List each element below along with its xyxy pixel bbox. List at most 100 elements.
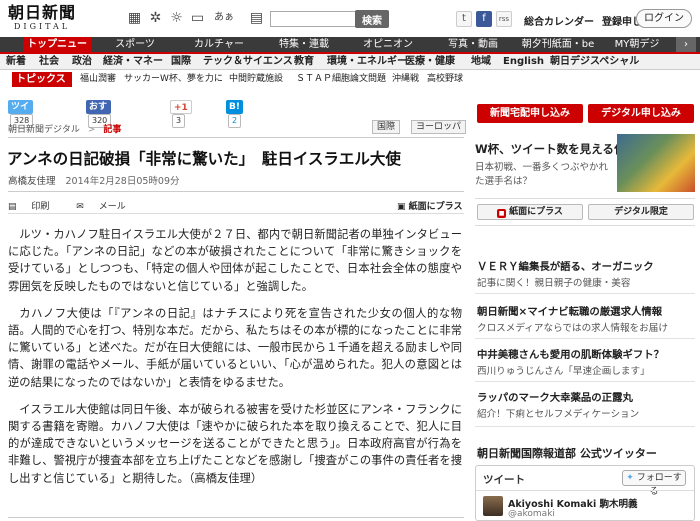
topic-item[interactable]: 沖縄戦 bbox=[392, 72, 419, 87]
article-title: アンネの日記破損「非常に驚いた」 駐日イスラエル大使 bbox=[7, 150, 401, 168]
nav-economy[interactable]: 経済・マネー bbox=[103, 54, 163, 69]
twitter-icon[interactable]: t bbox=[456, 11, 472, 27]
tweet-share[interactable]: ツイート328 bbox=[8, 100, 34, 128]
gplus-share[interactable]: +13 bbox=[170, 100, 192, 128]
promo-item[interactable]: ラッパのマーク大幸薬品の正露丸 紹介！下痢とセルフメディケーション bbox=[477, 389, 695, 420]
facebook-recommend-button[interactable]: おすすめ bbox=[86, 100, 112, 126]
promo-subtitle[interactable]: 紹介！下痢とセルフメディケーション bbox=[477, 406, 695, 420]
tag-international[interactable]: 国際 bbox=[372, 120, 401, 134]
promo-subtitle[interactable]: 西川りゅうじんさん「早速企画します」 bbox=[477, 363, 695, 377]
printer-icon: ▤ bbox=[8, 202, 17, 212]
text-size-icon[interactable]: あぁ bbox=[212, 10, 236, 26]
publish-date: 2014年2月28日05時09分 bbox=[65, 176, 180, 187]
login-button[interactable]: ログイン bbox=[636, 9, 692, 28]
apply-delivery-button[interactable]: 新聞宅配申し込み bbox=[477, 104, 583, 123]
nav-tech-science[interactable]: テック＆サイエンス bbox=[203, 54, 293, 69]
feature-title[interactable]: W杯、ツイート数を見える化 bbox=[475, 141, 625, 157]
paper-plus-label: 紙面にプラス bbox=[408, 202, 463, 212]
mail-label: メール bbox=[98, 202, 126, 212]
avatar[interactable] bbox=[483, 496, 503, 516]
nav-special[interactable]: 朝日デジスペシャル bbox=[550, 54, 639, 69]
divider bbox=[475, 426, 695, 427]
twitter-section-heading: 朝日新聞国際報道部 公式ツイッター bbox=[477, 447, 657, 460]
divider bbox=[8, 191, 464, 192]
breadcrumb-separator: > bbox=[87, 125, 96, 135]
topic-item[interactable]: 中間貯蔵施設 bbox=[229, 72, 283, 87]
nav-international[interactable]: 国際 bbox=[171, 54, 191, 69]
hatena-button[interactable]: B! bbox=[226, 100, 243, 114]
gplus-button[interactable]: +1 bbox=[170, 100, 192, 114]
article-tools: ▤ 印刷 ✉ メール bbox=[8, 199, 150, 212]
nav-health[interactable]: 医療・健康 bbox=[405, 54, 455, 69]
topic-item[interactable]: 高校野球 bbox=[427, 72, 463, 87]
nav-features[interactable]: 特集・連載 bbox=[271, 37, 337, 52]
breadcrumb-home[interactable]: 朝日新聞デジタル bbox=[8, 125, 80, 135]
newspaper-icon[interactable]: ▦ bbox=[126, 10, 143, 26]
tweet-author-name[interactable]: Akiyoshi Komaki 駒木明義 bbox=[508, 496, 638, 510]
nav-sports[interactable]: スポーツ bbox=[105, 37, 165, 52]
nav-photo-video[interactable]: 写真・動画 bbox=[440, 37, 506, 52]
nav-politics[interactable]: 政治 bbox=[72, 54, 92, 69]
topics-bar: トピックス 福山潤審 サッカーW杯、夢を力に 中間貯蔵施設 ＳＴＡＰ細胞論文問題… bbox=[0, 72, 700, 88]
feature-image[interactable] bbox=[617, 134, 695, 192]
mail-icon: ✉ bbox=[76, 202, 84, 212]
divider bbox=[8, 517, 464, 518]
topic-item[interactable]: ＳＴＡＰ細胞論文問題 bbox=[296, 72, 386, 87]
hatena-share[interactable]: B!2 bbox=[226, 100, 243, 128]
tweet-author-handle[interactable]: @akomaki bbox=[508, 509, 555, 519]
divider bbox=[475, 381, 695, 382]
nav-region[interactable]: 地域 bbox=[471, 54, 491, 69]
nav-my-asahi[interactable]: MY朝デジ bbox=[606, 37, 668, 52]
rss-icon[interactable]: rss bbox=[496, 11, 512, 27]
promo-title[interactable]: 朝日新聞×マイナビ転職の厳選求人情報 bbox=[477, 303, 695, 318]
tv-icon[interactable]: ▭ bbox=[189, 10, 206, 26]
promo-item[interactable]: 朝日新聞×マイナビ転職の厳選求人情報 クロスメディアならではの求人情報をお届け bbox=[477, 303, 695, 334]
nav-english[interactable]: English bbox=[503, 54, 544, 69]
topic-item[interactable]: 福山潤審 bbox=[80, 72, 116, 87]
site-logo[interactable]: 朝日新聞 DIGITAL bbox=[8, 4, 92, 32]
logo-subtext: DIGITAL bbox=[14, 22, 71, 31]
weather-icon[interactable]: ☼ bbox=[168, 10, 185, 26]
promo-title[interactable]: 中井美穂さんも愛用の肌断体験ギフト？ bbox=[477, 346, 695, 361]
nav-top-news[interactable]: トップニュース bbox=[23, 37, 91, 65]
follow-button[interactable]: ✦ フォローする bbox=[622, 470, 686, 497]
nav-latest[interactable]: 新着 bbox=[6, 54, 26, 69]
search-button[interactable]: 検索 bbox=[355, 10, 389, 28]
divider bbox=[475, 225, 695, 226]
facebook-icon[interactable]: f bbox=[476, 11, 492, 27]
promo-item[interactable]: ＶＥＲＹ編集長が語る、オーガニック 記事に関く！親日親子の健康・美容 bbox=[477, 258, 695, 289]
tag-europe[interactable]: ヨーロッパ bbox=[411, 120, 467, 134]
chevron-right-icon[interactable]: › bbox=[676, 37, 696, 52]
feature-card[interactable]: W杯、ツイート数を見える化 日本初戦、一番多くつぶやかれた選手名は？ bbox=[475, 134, 695, 194]
paper-plus-button-label: 紙面にプラス bbox=[509, 207, 563, 217]
nav-culture[interactable]: カルチャー bbox=[185, 37, 253, 52]
topic-item[interactable]: サッカーW杯、夢を力に bbox=[124, 72, 223, 87]
apply-digital-button[interactable]: デジタル申し込み bbox=[588, 104, 694, 123]
site-header: 朝日新聞 DIGITAL ▦ ✲ ☼ ▭ あぁ ▤ 検索 t f rss 総合カ… bbox=[0, 0, 700, 37]
clip-icon: ■ bbox=[497, 209, 507, 218]
paper-plus-button[interactable]: ■ 紙面にプラス bbox=[477, 204, 583, 220]
divider bbox=[8, 137, 464, 138]
follow-label: フォローする bbox=[636, 473, 682, 497]
facebook-share[interactable]: おすすめ320 bbox=[86, 100, 112, 128]
nav-paper[interactable]: 朝夕刊紙面・be bbox=[520, 37, 596, 52]
promo-title[interactable]: ラッパのマーク大幸薬品の正露丸 bbox=[477, 389, 695, 404]
nav-opinion[interactable]: オピニオン bbox=[356, 37, 420, 52]
promo-subtitle[interactable]: 記事に関く！親日親子の健康・美容 bbox=[477, 275, 695, 289]
nav-society[interactable]: 社会 bbox=[39, 54, 59, 69]
promo-item[interactable]: 中井美穂さんも愛用の肌断体験ギフト？ 西川りゅうじんさん「早速企画します」 bbox=[477, 346, 695, 377]
gplus-count: 3 bbox=[172, 114, 186, 128]
nav-education[interactable]: 教育 bbox=[294, 54, 314, 69]
print-link[interactable]: ▤ 印刷 bbox=[8, 202, 61, 212]
tweet-button[interactable]: ツイート bbox=[8, 100, 34, 126]
paper-plus-link[interactable]: ▣ 紙面にプラス bbox=[397, 199, 462, 212]
twitter-bird-icon: ✦ bbox=[626, 473, 634, 483]
mail-link[interactable]: ✉ メール bbox=[76, 202, 137, 212]
nav-environment[interactable]: 環境・エネルギー bbox=[327, 54, 407, 69]
calendar-link[interactable]: 総合カレンダー bbox=[524, 17, 594, 28]
promo-subtitle[interactable]: クロスメディアならではの求人情報をお届け bbox=[477, 320, 695, 334]
calendar-icon[interactable]: ▤ bbox=[248, 10, 265, 26]
digital-limited-button[interactable]: デジタル限定 bbox=[588, 204, 694, 220]
promo-title[interactable]: ＶＥＲＹ編集長が語る、オーガニック bbox=[477, 258, 695, 273]
gear-icon[interactable]: ✲ bbox=[147, 10, 164, 26]
